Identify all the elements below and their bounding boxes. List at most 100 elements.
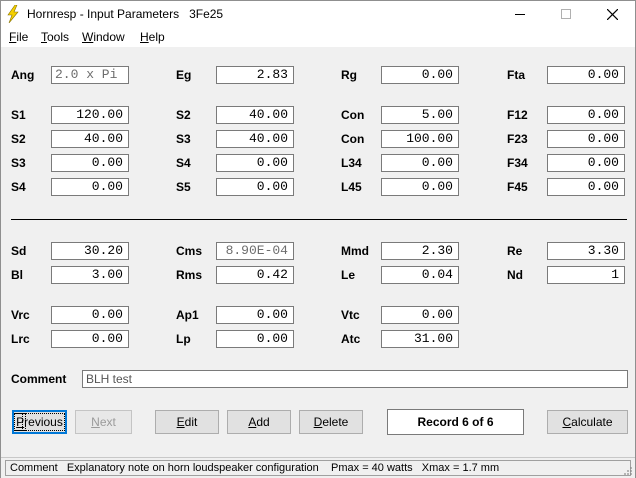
edit-rest: dit <box>184 415 198 429</box>
label-eg: Eg <box>176 68 192 82</box>
field-nd[interactable]: 1 <box>547 266 625 284</box>
label-vtc: Vtc <box>341 308 360 322</box>
edit-button[interactable]: Edit <box>155 410 219 434</box>
field-fta[interactable]: 0.00 <box>547 66 625 84</box>
next-rest: ext <box>99 415 116 429</box>
previous-mnemonic: P <box>14 413 27 431</box>
field-con-1[interactable]: 5.00 <box>381 106 459 124</box>
field-s2[interactable]: 40.00 <box>51 130 129 148</box>
label-rg: Rg <box>341 68 357 82</box>
field-vrc[interactable]: 0.00 <box>51 306 129 324</box>
field-le[interactable]: 0.04 <box>381 266 459 284</box>
previous-button[interactable]: Previous <box>12 410 67 434</box>
field-ap1[interactable]: 0.00 <box>216 306 294 324</box>
minimize-icon <box>515 14 525 15</box>
previous-rest: revious <box>22 413 65 431</box>
label-atc: Atc <box>341 332 361 346</box>
maximize-button[interactable] <box>543 1 589 27</box>
menu-window[interactable]: Window <box>82 30 125 44</box>
label-s1: S1 <box>11 108 26 122</box>
menu-help-label: elp <box>148 30 165 44</box>
label-sd: Sd <box>11 244 27 258</box>
add-mnemonic: A <box>248 415 257 429</box>
field-rms[interactable]: 0.42 <box>216 266 294 284</box>
label-nd: Nd <box>507 268 523 282</box>
field-s1[interactable]: 120.00 <box>51 106 129 124</box>
next-button[interactable]: Next <box>75 410 132 434</box>
label-f34: F34 <box>507 156 528 170</box>
field-f12[interactable]: 0.00 <box>547 106 625 124</box>
field-s5[interactable]: 0.00 <box>216 178 294 196</box>
label-s4: S4 <box>11 180 26 194</box>
label-cms: Cms <box>176 244 203 258</box>
main-window: Hornresp - Input Parameters 3Fe25 File T… <box>0 0 636 478</box>
field-s3-upper[interactable]: 40.00 <box>216 130 294 148</box>
label-fta: Fta <box>507 68 525 82</box>
calculate-button[interactable]: Calculate <box>547 410 628 434</box>
field-lp[interactable]: 0.00 <box>216 330 294 348</box>
menu-file[interactable]: File <box>9 30 28 44</box>
add-button[interactable]: Add <box>227 410 291 434</box>
label-vrc: Vrc <box>11 308 30 322</box>
close-icon <box>606 8 618 20</box>
field-cms[interactable]: 8.90E-04 <box>216 242 294 260</box>
field-lrc[interactable]: 0.00 <box>51 330 129 348</box>
label-s2-upper: S2 <box>176 108 191 122</box>
delete-button[interactable]: Delete <box>299 410 363 434</box>
label-bl: Bl <box>11 268 23 282</box>
label-l45: L45 <box>341 180 362 194</box>
add-rest: dd <box>256 415 270 429</box>
status-text: Comment Explanatory note on horn loudspe… <box>5 460 631 476</box>
field-ang[interactable]: 2.0 x Pi <box>51 66 129 84</box>
close-button[interactable] <box>589 1 635 27</box>
field-sd[interactable]: 30.20 <box>51 242 129 260</box>
minimize-button[interactable] <box>497 1 543 27</box>
field-re[interactable]: 3.30 <box>547 242 625 260</box>
field-s4-upper[interactable]: 0.00 <box>216 154 294 172</box>
menu-window-label: indow <box>93 30 125 44</box>
label-rms: Rms <box>176 268 203 282</box>
maximize-icon <box>561 9 571 19</box>
field-l45[interactable]: 0.00 <box>381 178 459 196</box>
delete-rest: elete <box>322 415 349 429</box>
label-s5: S5 <box>176 180 191 194</box>
field-s2-upper[interactable]: 40.00 <box>216 106 294 124</box>
field-s3[interactable]: 0.00 <box>51 154 129 172</box>
label-re: Re <box>507 244 523 258</box>
label-lrc: Lrc <box>11 332 30 346</box>
title-bar[interactable]: Hornresp - Input Parameters 3Fe25 <box>1 1 635 27</box>
menu-bar: File Tools Window Help <box>1 27 635 47</box>
label-mmd: Mmd <box>341 244 369 258</box>
section-divider <box>11 219 627 220</box>
next-mnemonic: N <box>91 415 100 429</box>
previous-button-label: Previous <box>14 413 65 431</box>
field-atc[interactable]: 31.00 <box>381 330 459 348</box>
calculate-mnemonic: C <box>562 415 572 429</box>
menu-tools[interactable]: Tools <box>41 30 69 44</box>
field-f45[interactable]: 0.00 <box>547 178 625 196</box>
field-con-2[interactable]: 100.00 <box>381 130 459 148</box>
label-s4-upper: S4 <box>176 156 191 170</box>
label-l34: L34 <box>341 156 362 170</box>
comment-input[interactable]: BLH test <box>82 370 628 388</box>
window-title: Hornresp - Input Parameters 3Fe25 <box>27 7 224 21</box>
label-le: Le <box>341 268 356 282</box>
menu-window-mnemonic: W <box>82 30 94 44</box>
resize-grip-icon[interactable] <box>623 466 633 476</box>
field-bl[interactable]: 3.00 <box>51 266 129 284</box>
delete-mnemonic: D <box>313 415 323 429</box>
field-f34[interactable]: 0.00 <box>547 154 625 172</box>
field-s4[interactable]: 0.00 <box>51 178 129 196</box>
label-f12: F12 <box>507 108 528 122</box>
menu-tools-label: ools <box>47 30 70 44</box>
field-rg[interactable]: 0.00 <box>381 66 459 84</box>
field-f23[interactable]: 0.00 <box>547 130 625 148</box>
field-vtc[interactable]: 0.00 <box>381 306 459 324</box>
field-eg[interactable]: 2.83 <box>216 66 294 84</box>
field-mmd[interactable]: 2.30 <box>381 242 459 260</box>
label-s3: S3 <box>11 156 26 170</box>
label-s3-upper: S3 <box>176 132 191 146</box>
field-l34[interactable]: 0.00 <box>381 154 459 172</box>
menu-help[interactable]: Help <box>140 30 165 44</box>
label-f23: F23 <box>507 132 528 146</box>
